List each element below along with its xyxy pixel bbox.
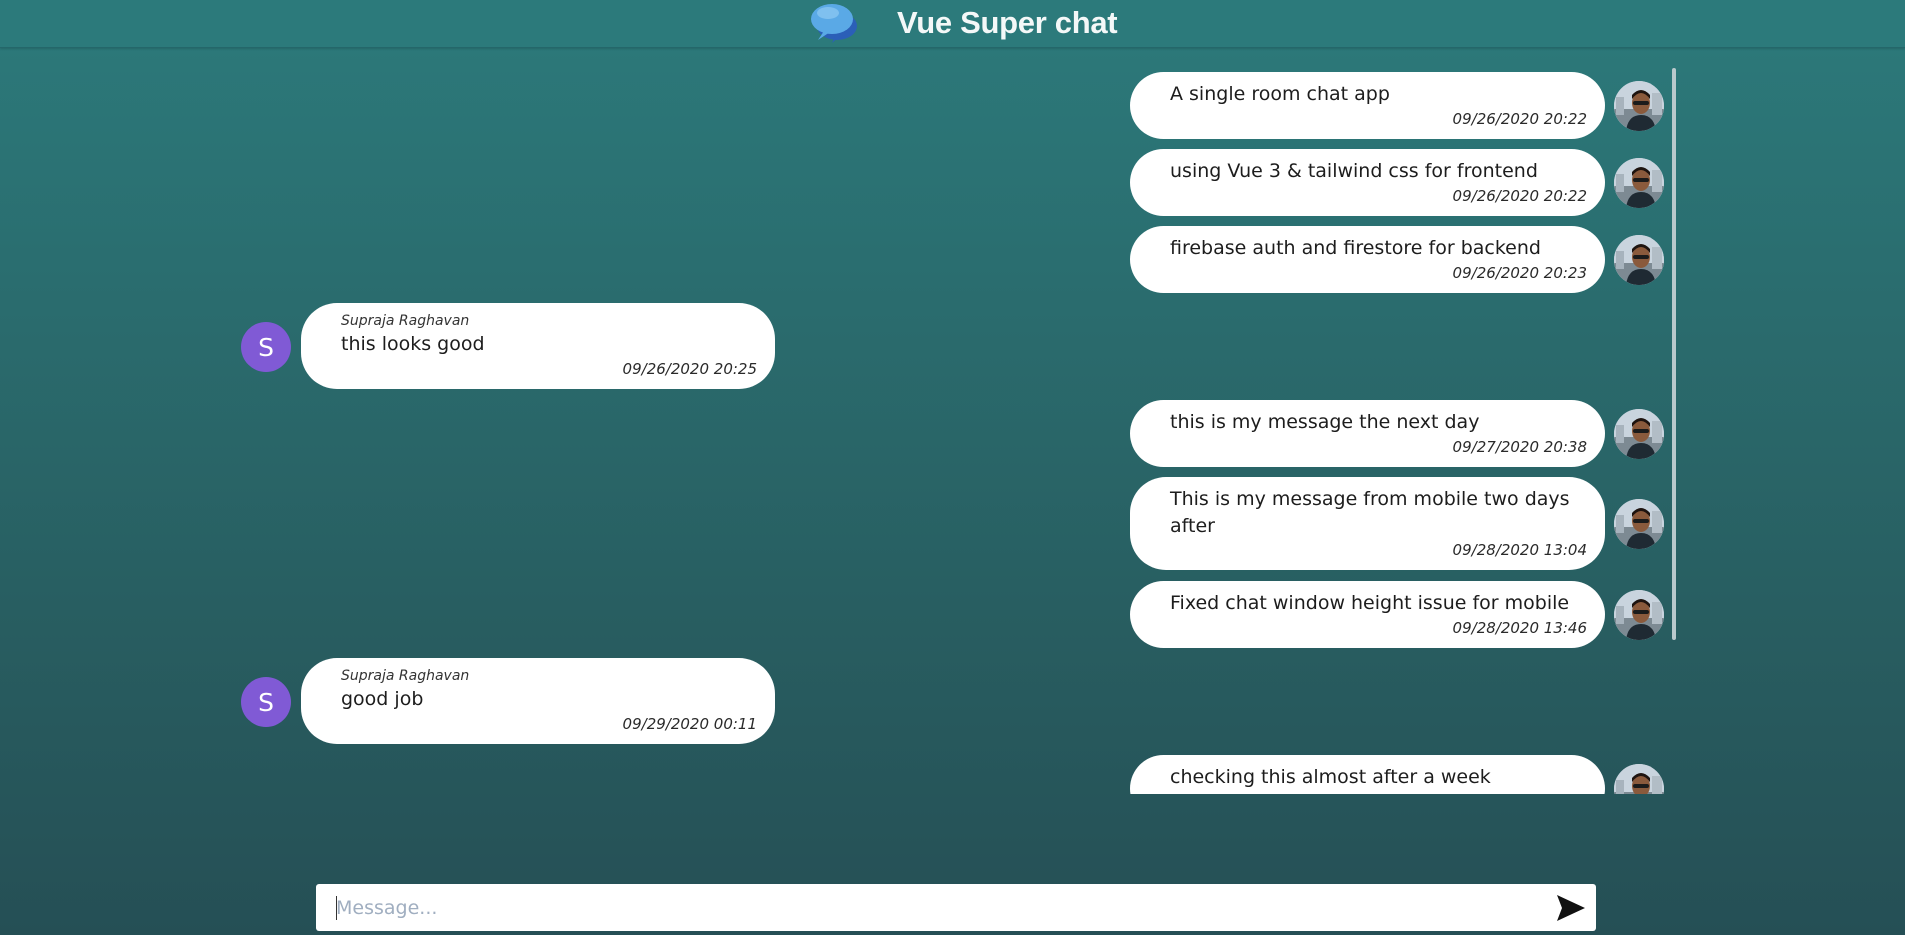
message-bubble: this is my message the next day 09/27/20…	[1130, 400, 1605, 467]
user-avatar	[1614, 158, 1664, 208]
message-timestamp: 09/28/2020 13:04	[1452, 541, 1587, 559]
user-avatar	[1614, 235, 1664, 285]
message-timestamp: 09/26/2020 20:22	[1452, 110, 1587, 128]
message-bubble: Supraja Raghavan this looks good 09/26/2…	[301, 303, 775, 389]
message-bubble: This is my message from mobile two days …	[1130, 477, 1605, 570]
sender-name: Supraja Raghavan	[341, 313, 470, 329]
send-arrow-icon[interactable]	[1554, 891, 1588, 925]
message-text: good job	[341, 688, 424, 710]
message-text: checking this almost after a week	[1170, 766, 1491, 788]
message-bubble: checking this almost after a week	[1130, 755, 1605, 794]
message-text: Fixed chat window height issue for mobil…	[1170, 592, 1570, 614]
message-text: This is my message from mobile two days …	[1170, 488, 1570, 537]
sender-name: Supraja Raghavan	[341, 668, 470, 684]
message-timestamp: 09/26/2020 20:25	[622, 360, 757, 378]
message-bubble: Supraja Raghavan good job 09/29/2020 00:…	[301, 658, 775, 744]
message-text: this is my message the next day	[1170, 411, 1480, 433]
message-bubble: firebase auth and firestore for backend …	[1130, 226, 1605, 293]
message-timestamp: 09/26/2020 20:23	[1452, 264, 1587, 282]
message-list[interactable]: A single room chat app 09/26/2020 20:22 …	[0, 48, 1905, 794]
app-header: Vue Super chat	[0, 0, 1905, 48]
scrollbar[interactable]	[1672, 68, 1676, 640]
message-text: firebase auth and firestore for backend	[1170, 237, 1541, 259]
message-text: this looks good	[341, 333, 485, 355]
user-avatar	[1614, 409, 1664, 459]
user-avatar	[1614, 764, 1664, 794]
message-composer	[316, 884, 1596, 931]
message-timestamp: 09/26/2020 20:22	[1452, 187, 1587, 205]
sender-avatar: S	[241, 677, 291, 727]
message-timestamp: 09/29/2020 00:11	[622, 715, 757, 733]
user-avatar	[1614, 590, 1664, 640]
user-avatar	[1614, 81, 1664, 131]
message-bubble: A single room chat app 09/26/2020 20:22	[1130, 72, 1605, 139]
text-caret	[336, 896, 337, 920]
message-timestamp: 09/27/2020 20:38	[1452, 438, 1587, 456]
message-text: A single room chat app	[1170, 83, 1390, 105]
message-bubble: Fixed chat window height issue for mobil…	[1130, 581, 1605, 648]
speech-bubbles-icon	[811, 4, 857, 43]
user-avatar	[1614, 499, 1664, 549]
page-title: Vue Super chat	[897, 5, 1118, 40]
sender-avatar: S	[241, 322, 291, 372]
message-timestamp: 09/28/2020 13:46	[1452, 619, 1587, 637]
message-text: using Vue 3 & tailwind css for frontend	[1170, 160, 1538, 182]
message-input[interactable]	[316, 884, 1536, 931]
message-bubble: using Vue 3 & tailwind css for frontend …	[1130, 149, 1605, 216]
